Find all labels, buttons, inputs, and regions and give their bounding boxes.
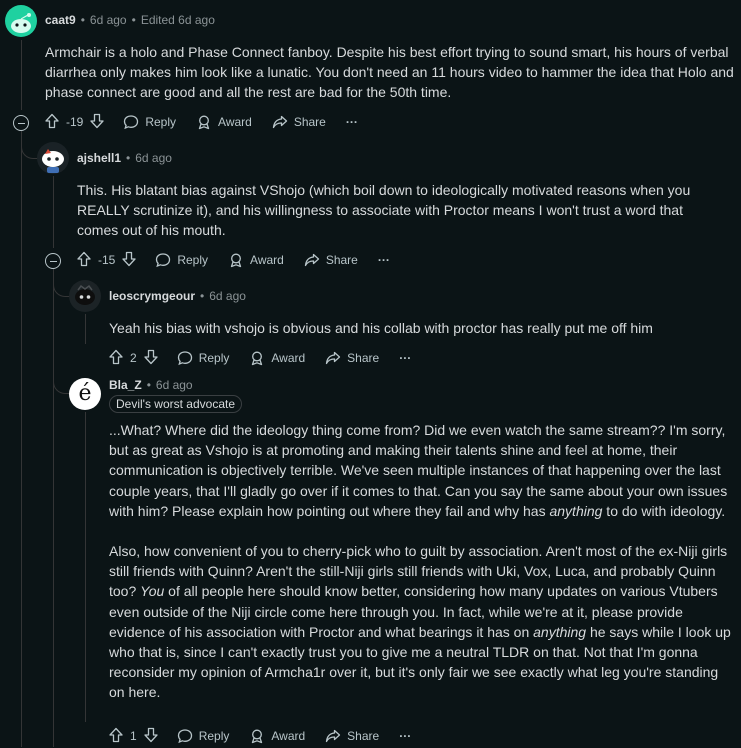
more-options-button[interactable]: ··· [378,253,390,267]
share-icon [326,729,341,743]
comment-meta: leoscrymgeour • 6d ago [109,289,246,303]
reply-icon [177,351,192,366]
thread-connector-2 [21,131,38,159]
upvote-icon[interactable] [108,727,124,746]
vote-count: 2 [130,351,137,365]
comment-paragraph: Also, how convenient of you to cherry-pi… [109,543,731,701]
collapse-button[interactable] [13,115,29,131]
share-icon [272,115,287,129]
downvote-icon[interactable] [143,349,159,368]
vote-group: 1 [108,727,159,746]
share-button[interactable]: Share [304,252,358,268]
avatar[interactable] [69,280,101,312]
comment-meta: caat9 • 6d ago • Edited 6d ago [45,13,215,27]
timestamp: 6d ago [209,289,246,303]
comment-actions: -15 Reply Award Share ··· [76,248,410,272]
upvote-icon[interactable] [108,349,124,368]
upvote-icon[interactable] [44,113,60,132]
user-flair: Devil's worst advocate [109,395,243,413]
award-button[interactable]: Award [196,114,252,130]
username[interactable]: leoscrymgeour [109,289,195,303]
vote-count: 1 [130,729,137,743]
thread-connector-3 [53,269,70,297]
vote-count: -15 [98,253,116,267]
comment-body: Armchair is a holo and Phase Connect fan… [45,42,735,103]
reply-button[interactable]: Reply [155,252,208,268]
timestamp: 6d ago [135,151,172,165]
comment-paragraph: ...What? Where did the ideology thing co… [109,422,728,519]
share-button[interactable]: Share [325,350,379,366]
comment-actions: 1 Reply Award Share ··· [108,724,431,748]
share-icon [304,253,319,267]
comment-actions: -19 Reply Award Share ··· [44,110,378,134]
username[interactable]: ajshell1 [77,151,121,165]
upvote-icon[interactable] [76,251,92,270]
thread-line-2-lower [53,269,54,747]
award-button[interactable]: Award [228,252,284,268]
comment-paragraph: Armchair is a holo and Phase Connect fan… [45,44,734,101]
more-icon: ··· [399,729,412,743]
snoo-avatar-icon [75,284,95,305]
downvote-icon[interactable] [89,113,105,132]
downvote-icon[interactable] [121,251,137,270]
thread-line-1 [21,40,22,110]
more-options-button[interactable]: ··· [399,729,411,743]
vote-group: -19 [44,113,105,132]
avatar[interactable] [37,142,69,174]
award-icon [230,253,242,268]
thread-line-4 [85,412,86,722]
downvote-icon[interactable] [143,727,159,746]
snoo-avatar-icon [11,13,31,33]
timestamp: 6d ago [155,378,193,392]
thread-line-2 [53,176,54,248]
reply-icon [124,115,139,130]
award-icon [198,115,210,130]
comment-paragraph: Yeah his bias with vshojo is obvious and… [109,320,653,336]
reply-button[interactable]: Reply [123,114,176,130]
more-icon: ··· [399,351,412,365]
more-options-button[interactable]: ··· [399,351,411,365]
comment-paragraph: This. His blatant bias against VShojo (w… [77,182,691,239]
vote-group: -15 [76,251,137,270]
award-button[interactable]: Award [249,350,305,366]
comment-meta: Bla_Z • 6d ago [109,378,193,392]
thread-line-3 [85,314,86,344]
comment-body: This. His blatant bias against VShojo (w… [77,180,717,241]
reply-icon [156,253,171,268]
share-button[interactable]: Share [325,728,379,744]
award-icon [252,351,263,366]
avatar-letter: é [78,381,92,406]
thread-connector-4 [53,355,70,394]
thread-line-1-lower [21,131,22,747]
reply-button[interactable]: Reply [177,728,229,744]
edited-label: Edited 6d ago [140,13,215,27]
comment-meta: ajshell1 • 6d ago [77,151,172,165]
collapse-button[interactable] [45,253,61,269]
timestamp: 6d ago [89,13,127,27]
more-icon: ··· [377,253,390,267]
username[interactable]: Bla_Z [109,378,142,392]
avatar[interactable] [5,5,37,37]
vote-count: -19 [66,115,84,129]
comment-body: ...What? Where did the ideology thing co… [109,420,734,703]
snoo-avatar-icon [42,149,64,173]
more-options-button[interactable]: ··· [346,115,358,129]
username[interactable]: caat9 [45,13,76,27]
reply-icon [177,729,192,744]
comment-actions: 2 Reply Award Share ··· [108,346,431,370]
reply-button[interactable]: Reply [177,350,229,366]
more-icon: ··· [345,115,358,129]
share-icon [326,351,341,365]
share-button[interactable]: Share [272,114,326,130]
avatar[interactable]: é [69,378,101,410]
comment-body: Yeah his bias with vshojo is obvious and… [109,318,729,338]
award-button[interactable]: Award [249,728,305,744]
vote-group: 2 [108,349,159,368]
award-icon [252,729,263,744]
